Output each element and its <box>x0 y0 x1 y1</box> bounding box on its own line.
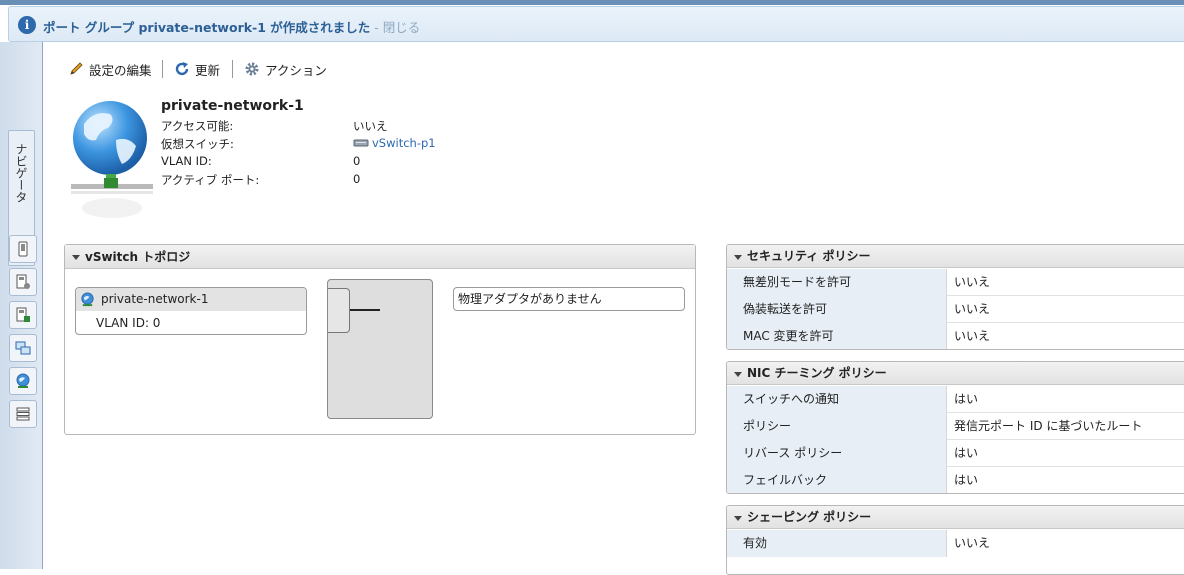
collapse-caret-icon <box>734 372 742 377</box>
topology-title: vSwitch トポロジ <box>85 250 191 264</box>
networking-icon <box>15 341 31 355</box>
host-icon-button[interactable] <box>9 235 37 263</box>
portgroup-box-name: private-network-1 <box>101 292 209 306</box>
vswitch-topology-panel: vSwitch トポロジ private-network-1 VLAN ID: … <box>64 244 696 435</box>
policy-key: スイッチへの通知 <box>727 386 947 413</box>
edit-settings-label: 設定の編集 <box>89 62 152 78</box>
portgroup-box[interactable]: private-network-1 VLAN ID: 0 <box>75 287 307 335</box>
toolbar-divider <box>162 60 163 78</box>
security-policy-header[interactable]: セキュリティ ポリシー <box>727 245 1184 268</box>
navigator-label: ナビゲータ <box>14 143 28 203</box>
globe-network-icon <box>16 373 30 388</box>
nic-teaming-title: NIC チーミング ポリシー <box>747 366 887 380</box>
vswitch-link[interactable]: vSwitch-p1 <box>353 136 436 150</box>
policy-key: リバース ポリシー <box>727 440 947 467</box>
policy-value: いいえ <box>954 329 991 343</box>
vswitch-port <box>328 288 350 333</box>
switch-icon <box>353 139 369 147</box>
policy-value: はい <box>954 392 979 406</box>
prop-key-vlan: VLAN ID: <box>161 154 212 168</box>
policy-row: 有効 いいえ <box>727 530 1184 557</box>
virtual-machines-icon <box>16 274 30 289</box>
top-border <box>0 0 1184 5</box>
policy-row: フェイルバック はい <box>727 467 1184 493</box>
prop-val-accessible: いいえ <box>353 119 388 133</box>
portgroup-box-header: private-network-1 <box>76 288 306 311</box>
nic-teaming-policy-panel: NIC チーミング ポリシー スイッチへの通知 はい ポリシー 発信元ポート I… <box>726 361 1184 494</box>
policy-row: スイッチへの通知 はい <box>727 386 1184 413</box>
edit-settings-button[interactable]: 設定の編集 <box>68 60 152 78</box>
vswitch-connector-line <box>350 309 380 311</box>
policy-key: 無差別モードを許可 <box>727 269 947 296</box>
prop-key-vswitch: 仮想スイッチ: <box>161 137 234 151</box>
policy-value: いいえ <box>954 536 991 550</box>
policy-row: 偽装転送を許可 いいえ <box>727 296 1184 323</box>
gear-icon <box>245 62 259 76</box>
policy-key: フェイルバック <box>727 467 947 493</box>
policy-key: ポリシー <box>727 413 947 440</box>
policy-value: はい <box>954 446 979 460</box>
storage-icon-button[interactable] <box>9 301 37 329</box>
notification-message: ポート グループ private-network-1 が作成されました <box>43 20 371 35</box>
globe-network-icon <box>81 292 94 307</box>
policy-row: MAC 変更を許可 いいえ <box>727 323 1184 349</box>
refresh-icon <box>175 62 189 76</box>
shaping-policy-header[interactable]: シェーピング ポリシー <box>727 506 1184 529</box>
topology-header[interactable]: vSwitch トポロジ <box>65 245 695 269</box>
refresh-label: 更新 <box>195 62 221 78</box>
physical-adapter-box: 物理アダプタがありません <box>453 287 685 311</box>
portgroup-icon-button[interactable] <box>9 367 37 395</box>
policy-row: 無差別モードを許可 いいえ <box>727 269 1184 296</box>
notification-separator: - <box>370 20 383 35</box>
list-icon-button[interactable] <box>9 400 37 428</box>
notification-close-link[interactable]: 閉じる <box>383 20 421 35</box>
policy-value: はい <box>954 473 979 487</box>
pencil-icon <box>70 62 83 75</box>
prop-val-active-ports: 0 <box>353 172 361 186</box>
policy-row: リバース ポリシー はい <box>727 440 1184 467</box>
portgroup-title: private-network-1 <box>161 98 304 114</box>
portgroup-box-vlan: VLAN ID: 0 <box>96 316 161 330</box>
policy-row: ポリシー 発信元ポート ID に基づいたルート <box>727 413 1184 440</box>
shaping-policy-panel: シェーピング ポリシー 有効 いいえ <box>726 505 1184 575</box>
networking-icon-button[interactable] <box>9 334 37 362</box>
info-icon: i <box>18 16 36 34</box>
security-policy-panel: セキュリティ ポリシー 無差別モードを許可 いいえ 偽装転送を許可 いいえ MA… <box>726 244 1184 350</box>
host-icon <box>18 241 28 257</box>
nic-teaming-header[interactable]: NIC チーミング ポリシー <box>727 362 1184 385</box>
toolbar-divider <box>232 60 233 78</box>
policy-value: いいえ <box>954 275 991 289</box>
prop-key-accessible: アクセス可能: <box>161 119 234 133</box>
collapse-caret-icon <box>734 516 742 521</box>
policy-key: 偽装転送を許可 <box>727 296 947 323</box>
vswitch-box <box>327 279 433 419</box>
left-sidebar: ナビゲータ <box>0 42 43 569</box>
prop-key-active-ports: アクティブ ポート: <box>161 173 260 187</box>
policy-value: 発信元ポート ID に基づいたルート <box>954 419 1143 433</box>
collapse-caret-icon <box>72 255 80 260</box>
policy-value: いいえ <box>954 302 991 316</box>
stack-list-icon <box>16 407 30 421</box>
security-policy-title: セキュリティ ポリシー <box>747 249 871 263</box>
actions-label: アクション <box>265 62 327 78</box>
actions-button[interactable]: アクション <box>244 60 327 78</box>
vm-icon-button[interactable] <box>9 268 37 296</box>
portgroup-globe-image <box>70 98 154 223</box>
shaping-policy-title: シェーピング ポリシー <box>747 510 872 524</box>
vswitch-link-label: vSwitch-p1 <box>372 136 436 150</box>
policy-key: MAC 変更を許可 <box>727 323 947 349</box>
notification-bar: i ポート グループ private-network-1 が作成されました - … <box>8 6 1184 42</box>
storage-icon <box>16 307 30 322</box>
prop-val-vlan: 0 <box>353 154 361 168</box>
refresh-button[interactable]: 更新 <box>174 60 220 78</box>
collapse-caret-icon <box>734 255 742 260</box>
policy-key: 有効 <box>727 530 947 557</box>
